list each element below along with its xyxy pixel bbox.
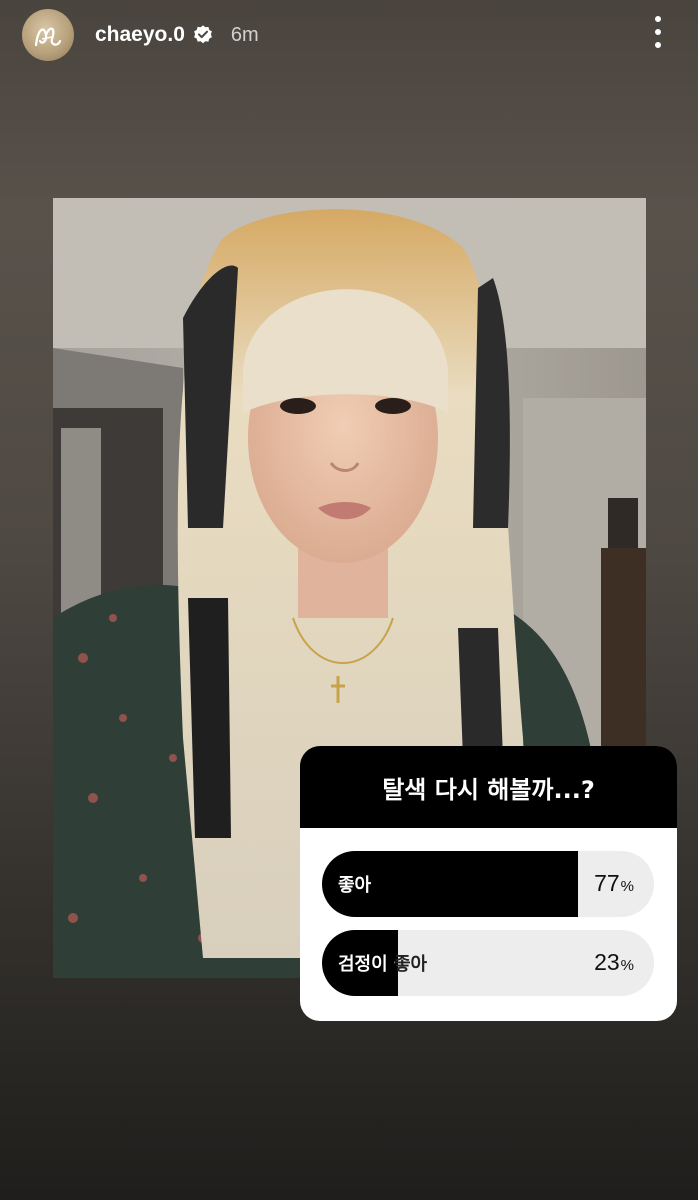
verified-badge-icon [192, 24, 214, 46]
poll-option-2-label-text: 검정이 좋아 [338, 950, 427, 976]
poll-option-1-percent: 77% [594, 870, 634, 896]
more-vertical-icon[interactable] [648, 16, 668, 48]
post-time: 6m [230, 23, 259, 46]
avatar-icon [34, 27, 62, 47]
username[interactable]: chaeyo.0 [95, 23, 185, 47]
poll-question: 탈색 다시 해볼까...? [300, 746, 677, 828]
poll-option-2-percent: 23% [594, 949, 634, 975]
story-header: chaeyo.0 6m [0, 0, 698, 70]
poll-option-1-label: 좋아 [338, 875, 372, 896]
poll-option-2[interactable]: 검정이 좋아 23% [322, 930, 654, 996]
avatar[interactable] [22, 9, 74, 61]
poll-option-1[interactable]: 좋아 77% [322, 851, 654, 917]
poll-option-2-label: 검정이 좋아 [338, 930, 427, 996]
poll-sticker: 탈색 다시 해볼까...? 좋아 77% 검정이 좋아 23% [300, 746, 677, 1021]
